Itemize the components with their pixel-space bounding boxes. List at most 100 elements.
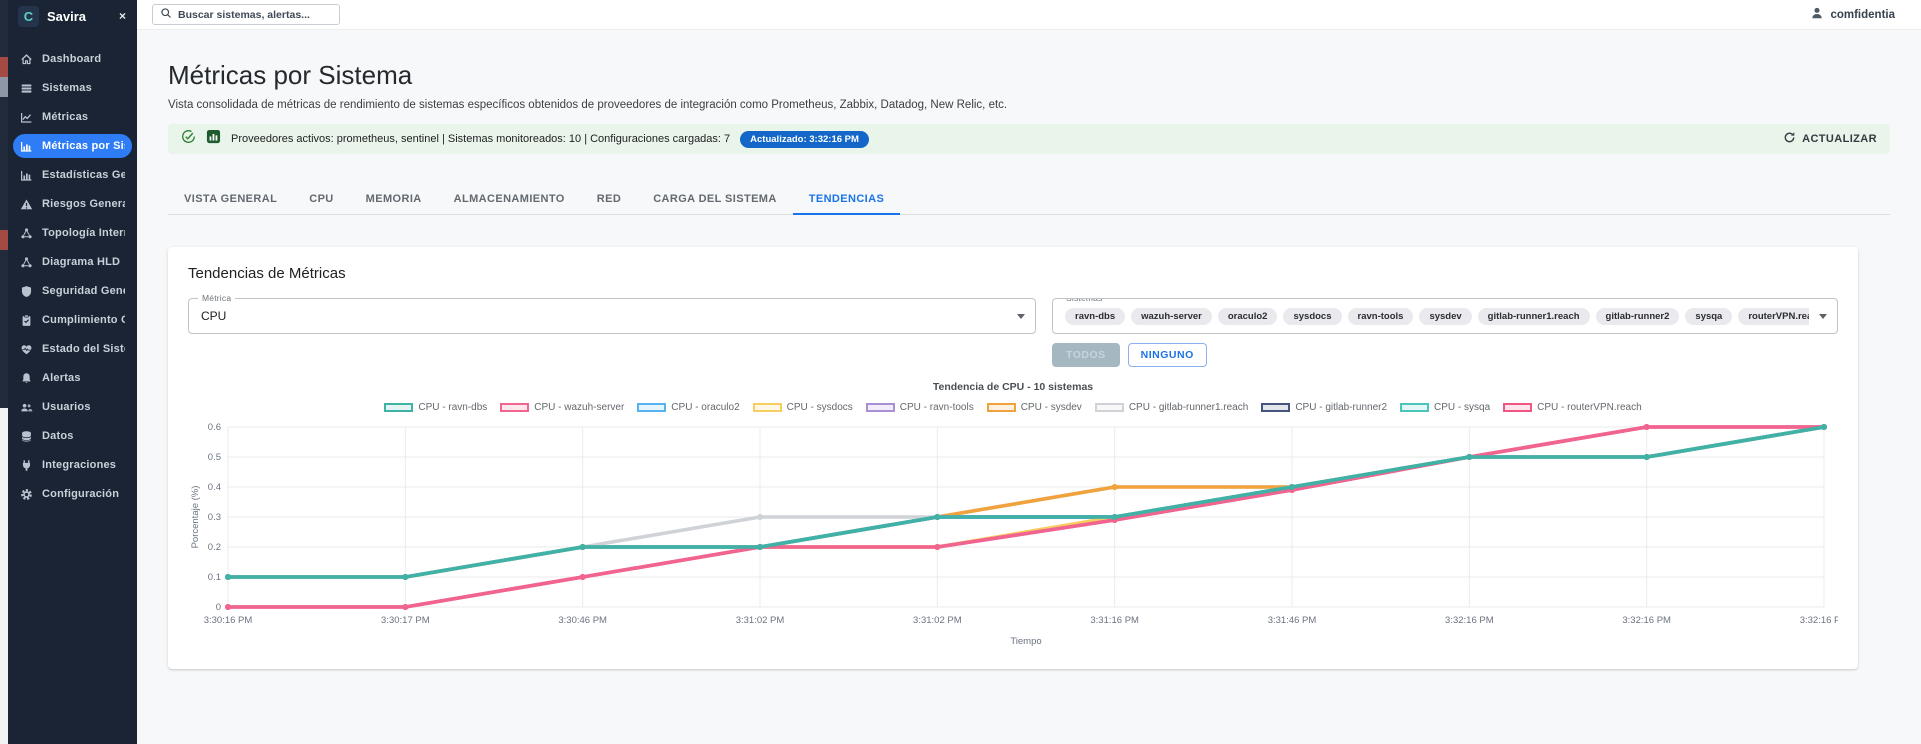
sidebar-item-seguridad-general[interactable]: Seguridad General <box>13 279 132 303</box>
system-chip-sysdocs[interactable]: sysdocs <box>1283 307 1342 325</box>
edge-segment <box>0 408 8 744</box>
systems-select[interactable]: Sistemas ravn-dbs wazuh-server oraculo2 sys… <box>1052 298 1838 334</box>
chart-point <box>579 574 586 580</box>
legend-item-cpu-gitlab-runner2[interactable]: CPU - gitlab-runner2 <box>1261 402 1387 413</box>
edge-segment <box>0 230 8 250</box>
system-chip-routervpn-reach[interactable]: routerVPN.reach <box>1738 307 1809 325</box>
trends-card: Tendencias de Métricas Métrica CPU Siste… <box>168 247 1858 669</box>
shield-icon <box>20 285 33 298</box>
app-logo: C <box>18 5 39 27</box>
tab-carga-del-sistema[interactable]: CARGA DEL SISTEMA <box>637 184 793 215</box>
system-chip-gitlab-runner1-reach[interactable]: gitlab-runner1.reach <box>1477 307 1590 325</box>
legend-item-cpu-wazuh-server[interactable]: CPU - wazuh-server <box>500 402 624 413</box>
sidebar-item-datos[interactable]: Datos <box>13 424 132 448</box>
tab-memoria[interactable]: MEMORIA <box>350 184 438 215</box>
chart-point <box>1289 484 1295 490</box>
legend-item-cpu-sysdocs[interactable]: CPU - sysdocs <box>752 402 853 413</box>
chart-point <box>402 574 409 580</box>
x-axis-label: Tiempo <box>1010 636 1041 647</box>
provider-status-text: Proveedores activos: prometheus, sentine… <box>231 133 731 145</box>
legend-item-cpu-ravn-tools[interactable]: CPU - ravn-tools <box>865 402 974 413</box>
users-icon <box>20 401 33 414</box>
tab-almacenamiento[interactable]: ALMACENAMIENTO <box>438 184 581 215</box>
sidebar-item-label: Sistemas <box>42 82 92 94</box>
plug-icon <box>20 459 33 472</box>
sidebar-item-estadisticas-generales[interactable]: Estadísticas Generales <box>13 163 132 187</box>
system-chip-wazuh-server[interactable]: wazuh-server <box>1131 307 1212 325</box>
refresh-icon <box>1783 131 1796 147</box>
legend-item-cpu-gitlab-runner1-reach[interactable]: CPU - gitlab-runner1.reach <box>1094 402 1249 413</box>
sidebar-item-topologia-interna[interactable]: Topología Interna <box>13 221 132 245</box>
sidebar-item-sistemas[interactable]: Sistemas <box>13 76 132 100</box>
system-chip-sysqa[interactable]: sysqa <box>1685 307 1733 325</box>
updated-badge: Actualizado: 3:32:16 PM <box>740 130 869 148</box>
edge-segment <box>0 77 8 97</box>
sidebar-close-icon[interactable]: × <box>116 9 129 23</box>
sidebar-item-diagrama-hld[interactable]: Diagrama HLD <box>13 250 132 274</box>
y-tick: 0.4 <box>208 482 221 493</box>
chart-point <box>1111 484 1118 490</box>
sidebar-item-riesgos-generales[interactable]: Riesgos Generales <box>13 192 132 216</box>
chart-area: 0 0.1 0.2 0.3 0.4 0.5 0.6 3:30:16 PM 3:30:17 PM 3… <box>188 419 1838 647</box>
search-box[interactable] <box>152 4 340 25</box>
chart-point <box>1111 514 1118 520</box>
main-content: Métricas por Sistema Vista consolidada d… <box>137 30 1921 744</box>
system-chip-sysdev[interactable]: sysdev <box>1419 307 1472 325</box>
sidebar-item-usuarios[interactable]: Usuarios <box>13 395 132 419</box>
legend-item-cpu-ravn-dbs[interactable]: CPU - ravn-dbs <box>384 402 487 413</box>
sidebar-item-label: Cumplimiento General <box>42 314 125 326</box>
sidebar-nav: Dashboard Sistemas Métricas Métricas por Si… <box>8 47 137 506</box>
legend-label: CPU - gitlab-runner1.reach <box>1128 402 1249 413</box>
refresh-button[interactable]: ACTUALIZAR <box>1783 131 1877 147</box>
legend-item-cpu-routervpn-reach[interactable]: CPU - routerVPN.reach <box>1503 402 1642 413</box>
status-banner: Proveedores activos: prometheus, sentine… <box>168 124 1890 154</box>
system-chip-ravn-dbs[interactable]: ravn-dbs <box>1065 307 1126 325</box>
sidebar-item-label: Estadísticas Generales <box>42 169 125 181</box>
system-chip-ravn-tools[interactable]: ravn-tools <box>1347 307 1414 325</box>
select-none-button[interactable]: NINGUNO <box>1127 343 1207 367</box>
legend-swatch <box>865 403 895 412</box>
metrics-bars-icon <box>20 140 33 153</box>
sidebar-item-configuracion[interactable]: Configuración <box>13 482 132 506</box>
legend-label: CPU - gitlab-runner2 <box>1295 402 1388 413</box>
edge-segment <box>0 97 8 230</box>
chart-box-icon <box>206 129 221 149</box>
x-tick: 3:31:02 PM <box>736 615 785 626</box>
select-all-button[interactable]: TODOS <box>1052 343 1120 367</box>
tab-red[interactable]: RED <box>581 184 637 215</box>
sidebar-item-alertas[interactable]: Alertas <box>13 366 132 390</box>
sidebar-item-label: Dashboard <box>42 53 102 65</box>
system-chip-gitlab-runner2[interactable]: gitlab-runner2 <box>1595 307 1680 325</box>
database-icon <box>20 430 33 443</box>
sidebar-item-metricas[interactable]: Métricas <box>13 105 132 129</box>
metric-select[interactable]: Métrica CPU <box>188 293 1036 334</box>
bell-icon <box>20 372 33 385</box>
legend-swatch <box>752 403 782 412</box>
sidebar-item-integraciones[interactable]: Integraciones <box>13 453 132 477</box>
sidebar-header: C Savira × <box>8 0 137 32</box>
metric-select-label: Métrica <box>198 293 236 303</box>
tab-tendencias[interactable]: TENDENCIAS <box>792 184 901 215</box>
gear-icon <box>20 488 33 501</box>
sidebar-item-estado-del-sistema[interactable]: Estado del Sistema <box>13 337 132 361</box>
edge-segment <box>0 250 8 408</box>
tab-cpu[interactable]: CPU <box>293 184 349 215</box>
legend-item-cpu-oraculo2[interactable]: CPU - oraculo2 <box>637 402 740 413</box>
tab-vista-general[interactable]: VISTA GENERAL <box>168 184 293 215</box>
sidebar-item-cumplimiento-general[interactable]: Cumplimiento General <box>13 308 132 332</box>
systems-select-label: Sistemas <box>1062 299 1107 303</box>
legend-swatch <box>500 403 530 412</box>
x-tick: 3:31:46 PM <box>1268 615 1317 626</box>
chart-point <box>1466 454 1473 460</box>
screen-edge-artifact <box>0 0 8 744</box>
user-menu[interactable]: comfidentia <box>1810 6 1895 23</box>
legend-label: CPU - ravn-dbs <box>418 402 488 413</box>
search-input[interactable] <box>178 8 332 21</box>
system-chip-oraculo2[interactable]: oraculo2 <box>1217 307 1278 325</box>
legend-item-cpu-sysqa[interactable]: CPU - sysqa <box>1400 402 1490 413</box>
sidebar-item-dashboard[interactable]: Dashboard <box>13 47 132 71</box>
chart-legend: CPU - ravn-dbs CPU - wazuh-server CPU - or… <box>188 402 1838 413</box>
chart-svg: 0 0.1 0.2 0.3 0.4 0.5 0.6 3:30:16 PM 3:30:17 PM 3… <box>190 422 1838 647</box>
sidebar-item-metricas-por-sistema[interactable]: Métricas por Sistema <box>13 134 132 158</box>
legend-item-cpu-sysdev[interactable]: CPU - sysdev <box>986 402 1082 413</box>
